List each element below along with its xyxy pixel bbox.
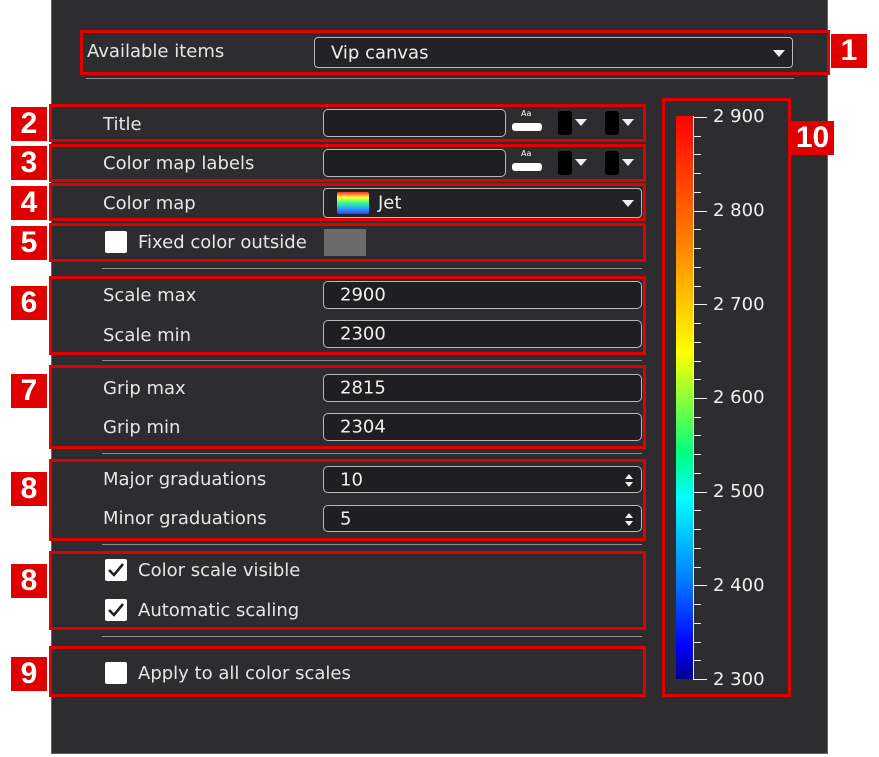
annotation-box-2	[49, 104, 646, 142]
annotation-box-10	[662, 98, 791, 697]
annotation-box-8a	[49, 459, 646, 541]
annotation-box-1	[80, 30, 830, 75]
annotation-badge-10: 10	[791, 121, 834, 155]
annotation-badge-2: 2	[11, 107, 47, 141]
separator	[102, 636, 642, 637]
annotation-box-5	[49, 223, 646, 262]
annotation-box-6	[49, 276, 646, 355]
separator	[86, 78, 794, 79]
annotation-badge-1: 1	[831, 34, 867, 68]
annotation-badge-6: 6	[11, 286, 47, 320]
annotation-badge-3: 3	[11, 146, 47, 180]
annotation-box-9	[49, 646, 646, 697]
annotation-box-8b	[49, 551, 646, 630]
annotation-box-3	[49, 144, 646, 182]
annotation-badge-8: 8	[11, 564, 47, 598]
annotation-box-4	[49, 183, 646, 221]
separator	[102, 360, 642, 361]
annotation-badge-4: 4	[11, 186, 47, 220]
annotation-badge-7: 7	[11, 374, 47, 408]
separator	[102, 544, 642, 545]
annotation-badge-9: 9	[11, 657, 47, 691]
annotation-box-7	[49, 365, 646, 449]
annotation-badge-8: 8	[11, 472, 47, 506]
separator	[102, 453, 642, 454]
annotation-badge-5: 5	[11, 226, 47, 260]
separator	[102, 268, 642, 269]
